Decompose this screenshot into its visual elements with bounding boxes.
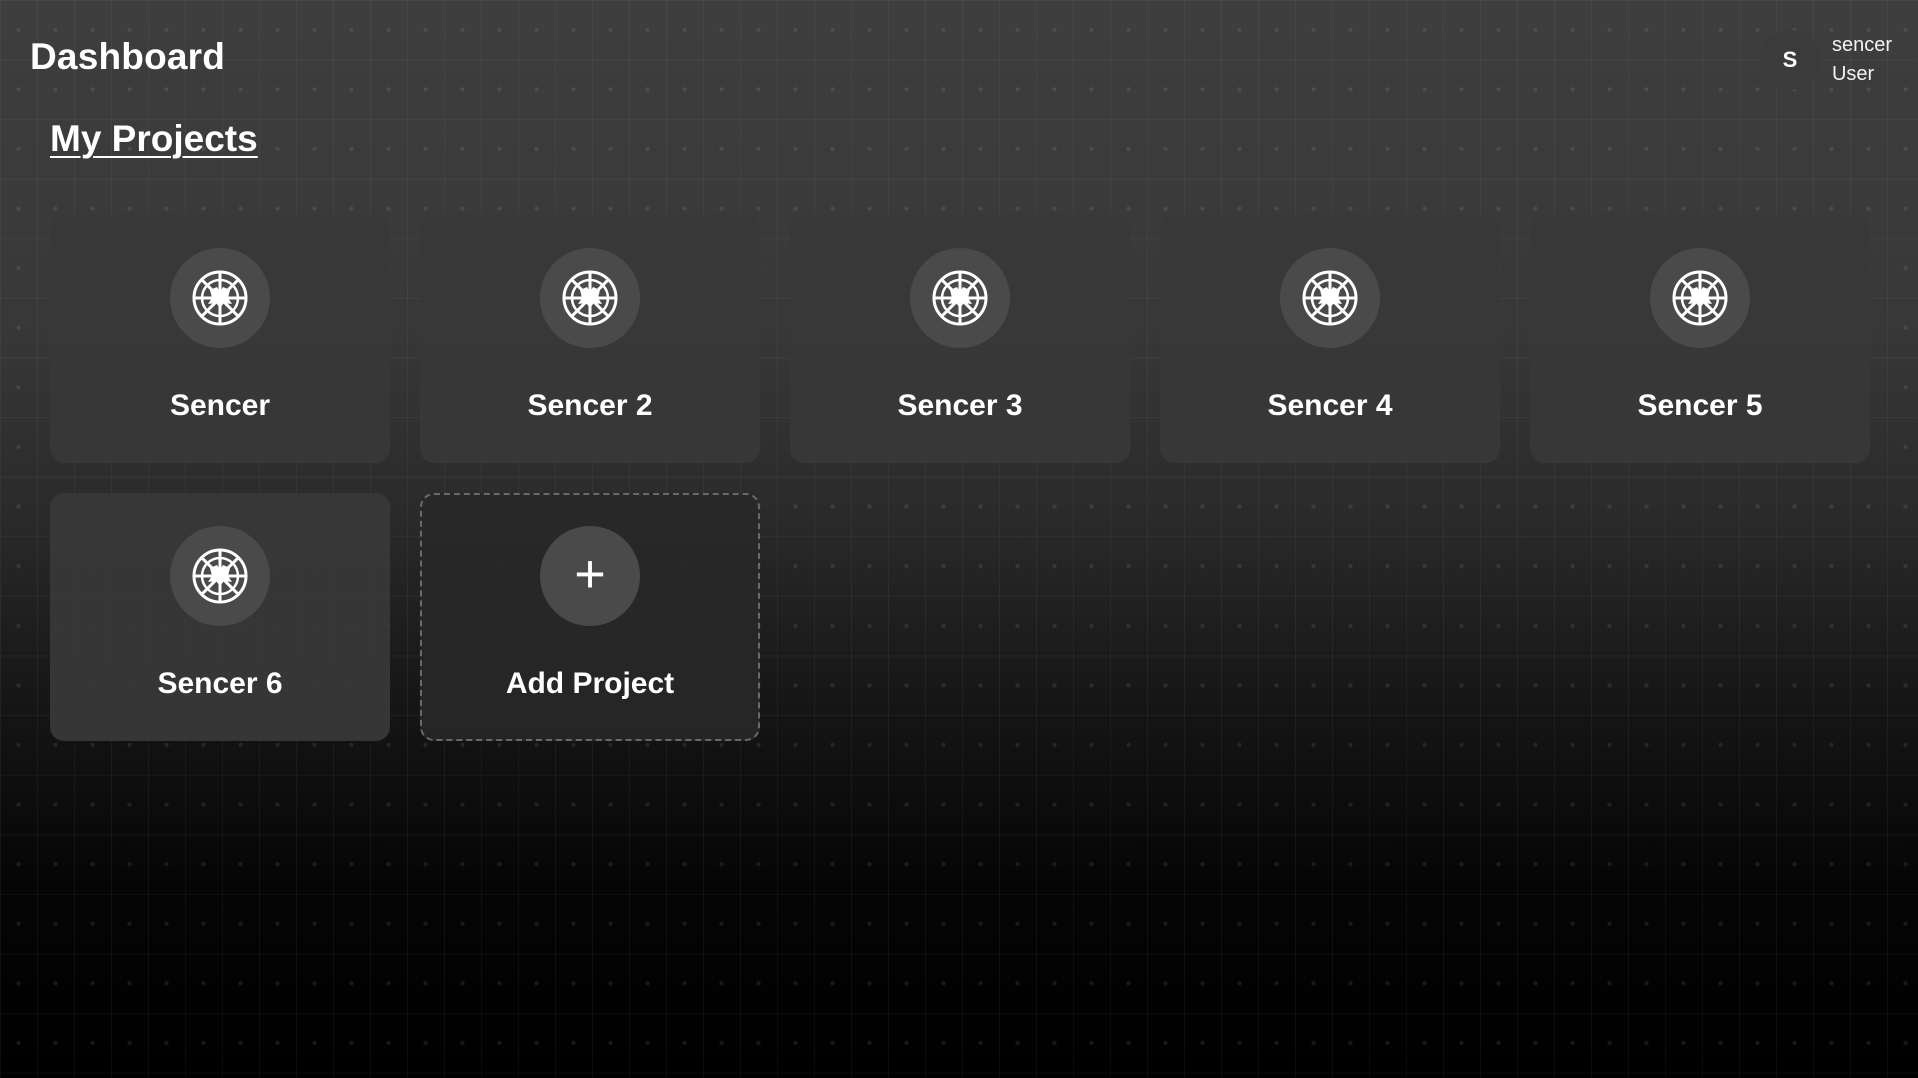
project-icon-circle [1280,248,1380,348]
project-icon-circle [170,248,270,348]
helm-icon [562,270,618,326]
project-name: Sencer 5 [1637,389,1763,422]
helm-icon [1672,270,1728,326]
project-card[interactable]: Sencer 3 [790,215,1130,463]
avatar-initial: S [1782,47,1798,72]
page-title: Dashboard [30,36,226,77]
avatar[interactable]: S [1759,30,1820,90]
project-card[interactable]: Sencer [50,215,390,463]
user-role: User [1831,63,1875,85]
projects-grid: Sencer Sencer 2 Sencer 3 Sencer 4 Sencer… [50,215,1870,741]
project-icon-circle [540,248,640,348]
section-title-my-projects[interactable]: My Projects [50,118,258,160]
project-card[interactable]: Sencer 4 [1160,215,1500,463]
header: Dashboard [30,36,225,78]
helm-icon [932,270,988,326]
add-icon-circle: + [540,526,640,626]
project-card[interactable]: Sencer 5 [1530,215,1870,463]
add-project-label: Add Project [505,667,675,700]
project-icon-circle [170,526,270,626]
helm-icon [1302,270,1358,326]
helm-icon [192,270,248,326]
user-info: sencer User [1832,31,1892,89]
project-icon-circle [1650,248,1750,348]
project-icon-circle [910,248,1010,348]
project-name: Sencer 6 [157,667,283,700]
project-name: Sencer 2 [527,389,653,422]
plus-icon: + [574,544,606,604]
user-name: sencer [1831,34,1892,56]
project-name: Sencer [169,389,271,422]
helm-icon [192,548,248,604]
project-name: Sencer 3 [897,389,1023,422]
project-name: Sencer 4 [1267,389,1393,422]
project-card[interactable]: Sencer 2 [420,215,760,463]
add-project-button[interactable]: + Add Project [420,493,760,741]
project-card[interactable]: Sencer 6 [50,493,390,741]
user-menu[interactable]: S sencer User [1759,30,1892,90]
